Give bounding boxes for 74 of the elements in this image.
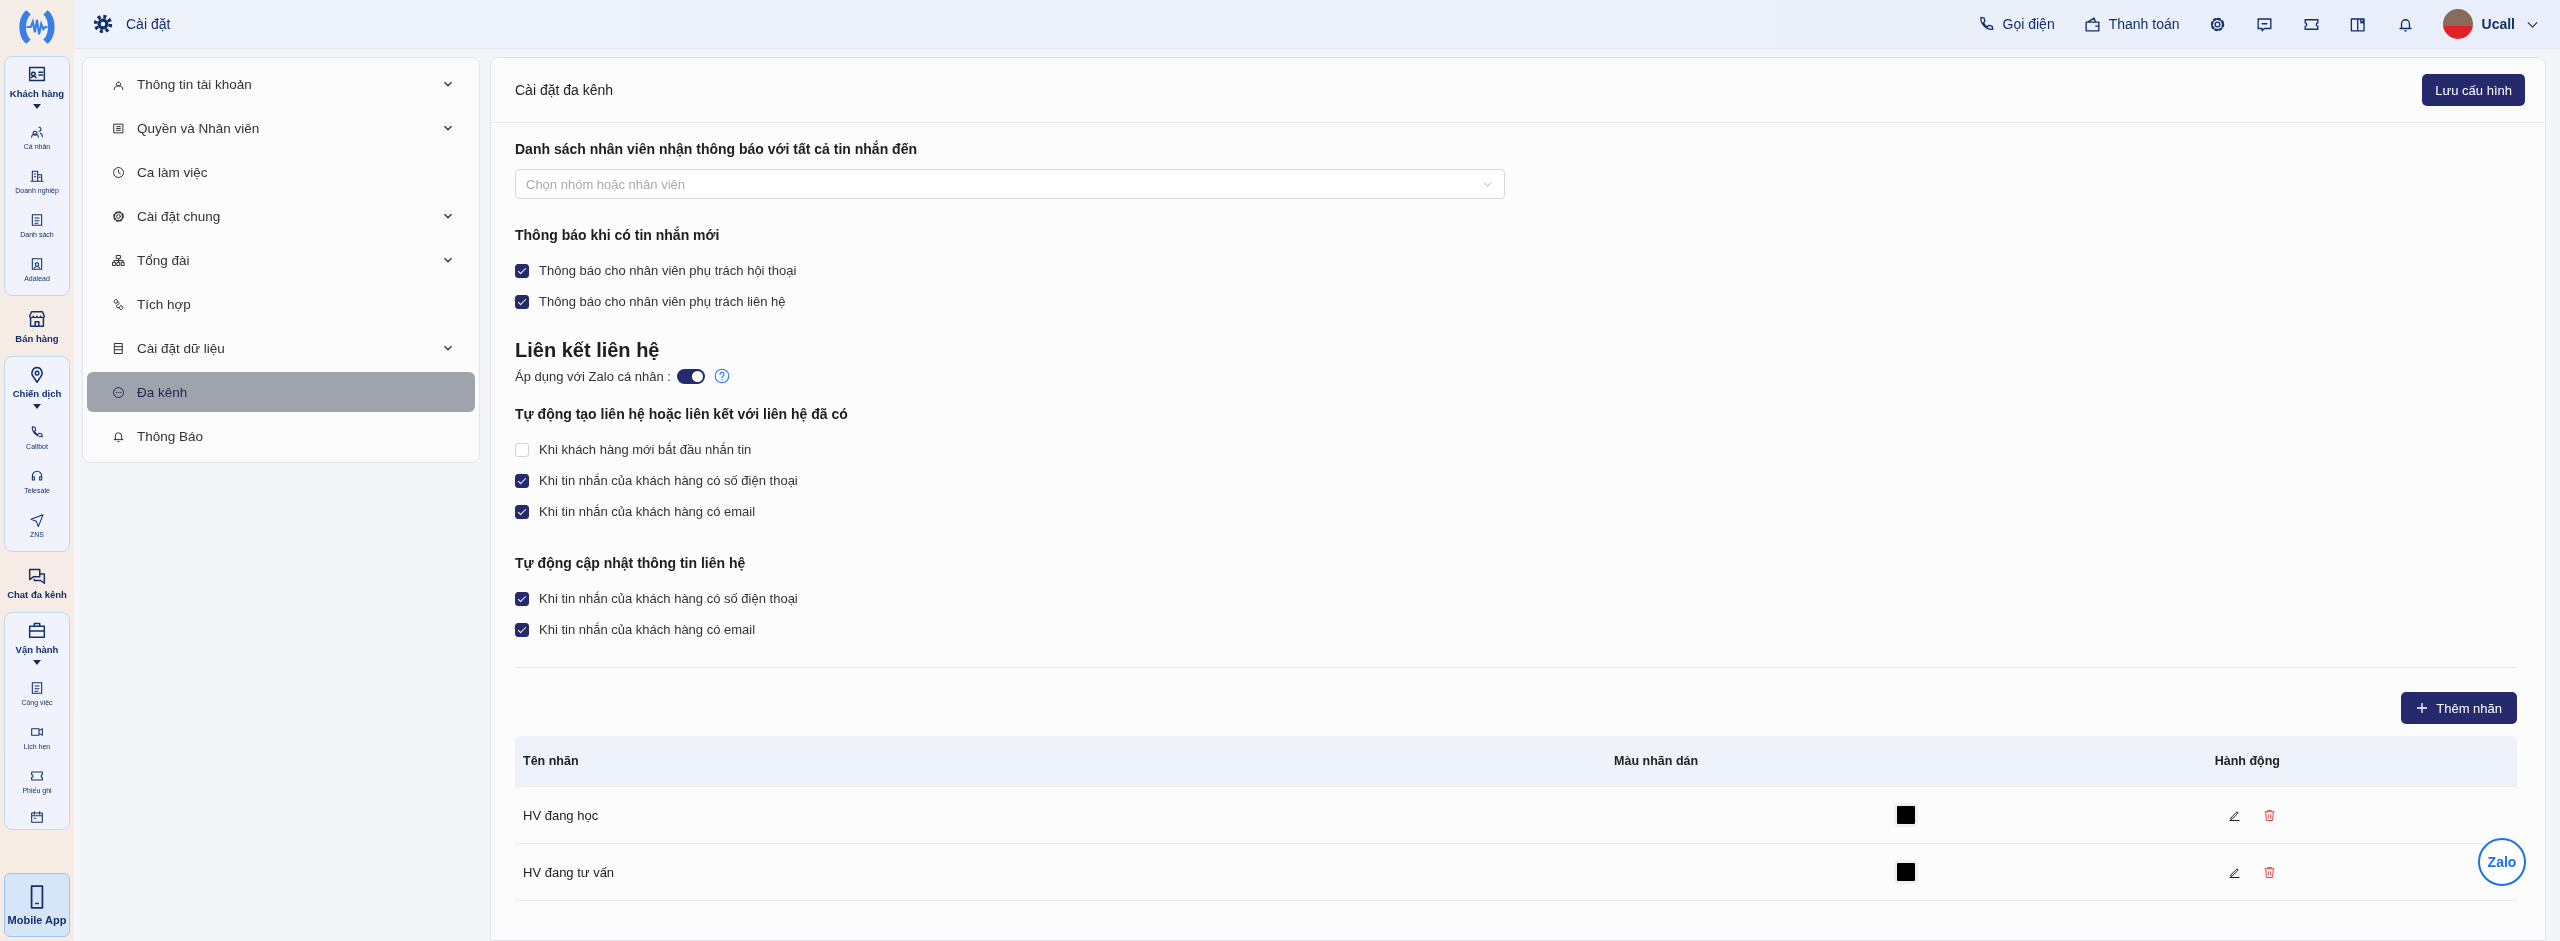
- menu-group-item[interactable]: Chiến dịch: [12, 363, 62, 399]
- sitemap-icon: [111, 252, 126, 268]
- top-bar-link[interactable]: Gọi điện: [1976, 14, 2055, 34]
- checkbox[interactable]: [515, 504, 529, 519]
- chat-icon: [111, 384, 126, 400]
- section-title: Danh sách nhân viên nhận thông báo với tất cả tin nhắn đến: [515, 141, 918, 157]
- checkbox[interactable]: [515, 622, 529, 637]
- calendar-icon[interactable]: [29, 809, 45, 825]
- list-icon: [29, 680, 45, 696]
- building-icon: [29, 168, 45, 184]
- color-swatch[interactable]: [1894, 803, 1919, 827]
- ticket-icon: [29, 768, 45, 784]
- help-icon[interactable]: [713, 368, 730, 384]
- toggle-label: Áp dụng với Zalo cá nhân :: [515, 368, 671, 384]
- checkbox-label: Khi tin nhắn của khách hàng có số điện thoại: [539, 473, 798, 488]
- mobile-app-button[interactable]: Mobile App: [4, 873, 70, 937]
- toggle-switch[interactable]: [676, 368, 705, 384]
- table-icon: [111, 340, 126, 356]
- store-icon: [26, 308, 48, 330]
- checkbox[interactable]: [515, 294, 529, 309]
- checkbox-label: Khi tin nhắn của khách hàng có số điện thoại: [539, 591, 798, 606]
- panel-title: Cài đặt đa kênh: [515, 82, 614, 98]
- settings-menu-item[interactable]: Ca làm việc: [87, 152, 475, 192]
- menu-group-item[interactable]: Khách hàng: [9, 63, 65, 99]
- user-name[interactable]: Ucall: [2481, 16, 2515, 32]
- top-bar-link[interactable]: Thanh toán: [2082, 14, 2180, 34]
- color-swatch[interactable]: [1894, 860, 1919, 884]
- clock-icon: [111, 164, 126, 180]
- send-icon: [29, 512, 45, 528]
- portrait-icon: [29, 256, 45, 272]
- people-icon: [29, 124, 45, 140]
- caret-icon[interactable]: [33, 660, 41, 665]
- checkbox-label: Khi tin nhắn của khách hàng có email: [539, 622, 756, 637]
- menu-group-item[interactable]: Vận hành: [15, 619, 59, 655]
- checkbox-label: Khi tin nhắn của khách hàng có email: [539, 504, 756, 519]
- settings-menu-item[interactable]: Thông tin tài khoản: [87, 64, 475, 104]
- phone-icon: [29, 424, 45, 440]
- table-cell-text: HV đang học: [522, 807, 600, 823]
- checkbox-label: Thông báo cho nhân viên phụ trách liên hệ: [539, 294, 786, 309]
- column-header: Tên nhãn: [522, 754, 580, 768]
- settings-menu-item[interactable]: Đa kênh: [87, 372, 475, 412]
- settings-menu-item[interactable]: Cài đặt dữ liệu: [87, 328, 475, 368]
- section-title: Thông báo khi có tin nhắn mới: [515, 227, 721, 243]
- list-icon: [29, 212, 45, 228]
- settings-menu-item[interactable]: Tổng đài: [87, 240, 475, 280]
- user-avatar[interactable]: [2442, 9, 2473, 39]
- link-icon: [111, 296, 126, 312]
- list-icon: [111, 120, 126, 136]
- checkbox-label: Thông báo cho nhân viên phụ trách hội thoại: [539, 263, 797, 278]
- gear-icon: [111, 208, 126, 224]
- settings-menu-item[interactable]: Quyền và Nhân viên: [87, 108, 475, 148]
- save-button[interactable]: Lưu cấu hình: [2422, 74, 2525, 106]
- checkbox[interactable]: [515, 591, 529, 606]
- headset-icon: [29, 468, 45, 484]
- plus-icon: [2416, 702, 2429, 714]
- checkbox[interactable]: [515, 263, 529, 278]
- section-heading: Liên kết liên hệ: [515, 339, 661, 362]
- settings-menu-item[interactable]: Tích hợp: [87, 284, 475, 324]
- settings-menu-item[interactable]: Thông Báo: [87, 416, 475, 456]
- menu-item[interactable]: Chat đa kênh: [7, 560, 67, 604]
- caret-icon[interactable]: [33, 104, 41, 109]
- page-title: Cài đặt: [126, 16, 171, 32]
- add-label-button[interactable]: Thêm nhãn: [2401, 692, 2517, 724]
- menu-item[interactable]: Bán hàng: [15, 304, 59, 348]
- checkbox-label: Khi khách hàng mới bắt đầu nhắn tin: [539, 442, 752, 457]
- column-header: Màu nhãn dán: [1613, 754, 1700, 768]
- caret-icon[interactable]: [33, 404, 41, 409]
- column-header: Hành động: [2213, 754, 2281, 768]
- table-cell-text: HV đang tư vấn: [522, 864, 616, 880]
- settings-menu-item[interactable]: Cài đặt chung: [87, 196, 475, 236]
- checkbox[interactable]: [515, 473, 529, 488]
- section-title: Tự động tạo liên hệ hoặc liên kết với liên hệ đã có: [515, 406, 849, 422]
- settings-icon: [92, 13, 114, 35]
- section-title: Tự động cập nhật thông tin liên hệ: [515, 555, 747, 571]
